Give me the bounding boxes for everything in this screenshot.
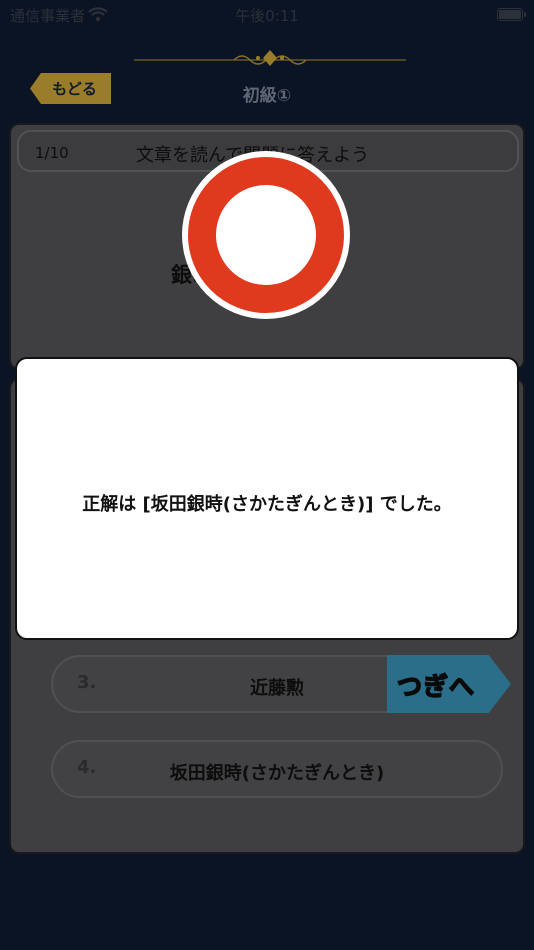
next-label: つぎへ [396,671,476,702]
clock: 午後0:11 [235,7,299,25]
answer-option-4[interactable]: 4. 坂田銀時(さかたぎんとき) [51,740,503,798]
page-title: 初級① [242,86,292,106]
correct-circle-icon [182,151,350,319]
option-label: 坂田銀時(さかたぎんとき) [169,763,385,784]
status-bar: 通信事業者 午後0:11 [0,0,534,30]
battery-icon [497,8,526,21]
next-button[interactable]: つぎへ [387,655,511,713]
ornament-divider [134,50,406,66]
result-message: 正解は [坂田銀時(さかたぎんとき)] でした。 [82,494,452,515]
result-dialog: 正解は [坂田銀時(さかたぎんとき)] でした。 [15,357,519,640]
question-progress: 1/10 [35,144,69,162]
